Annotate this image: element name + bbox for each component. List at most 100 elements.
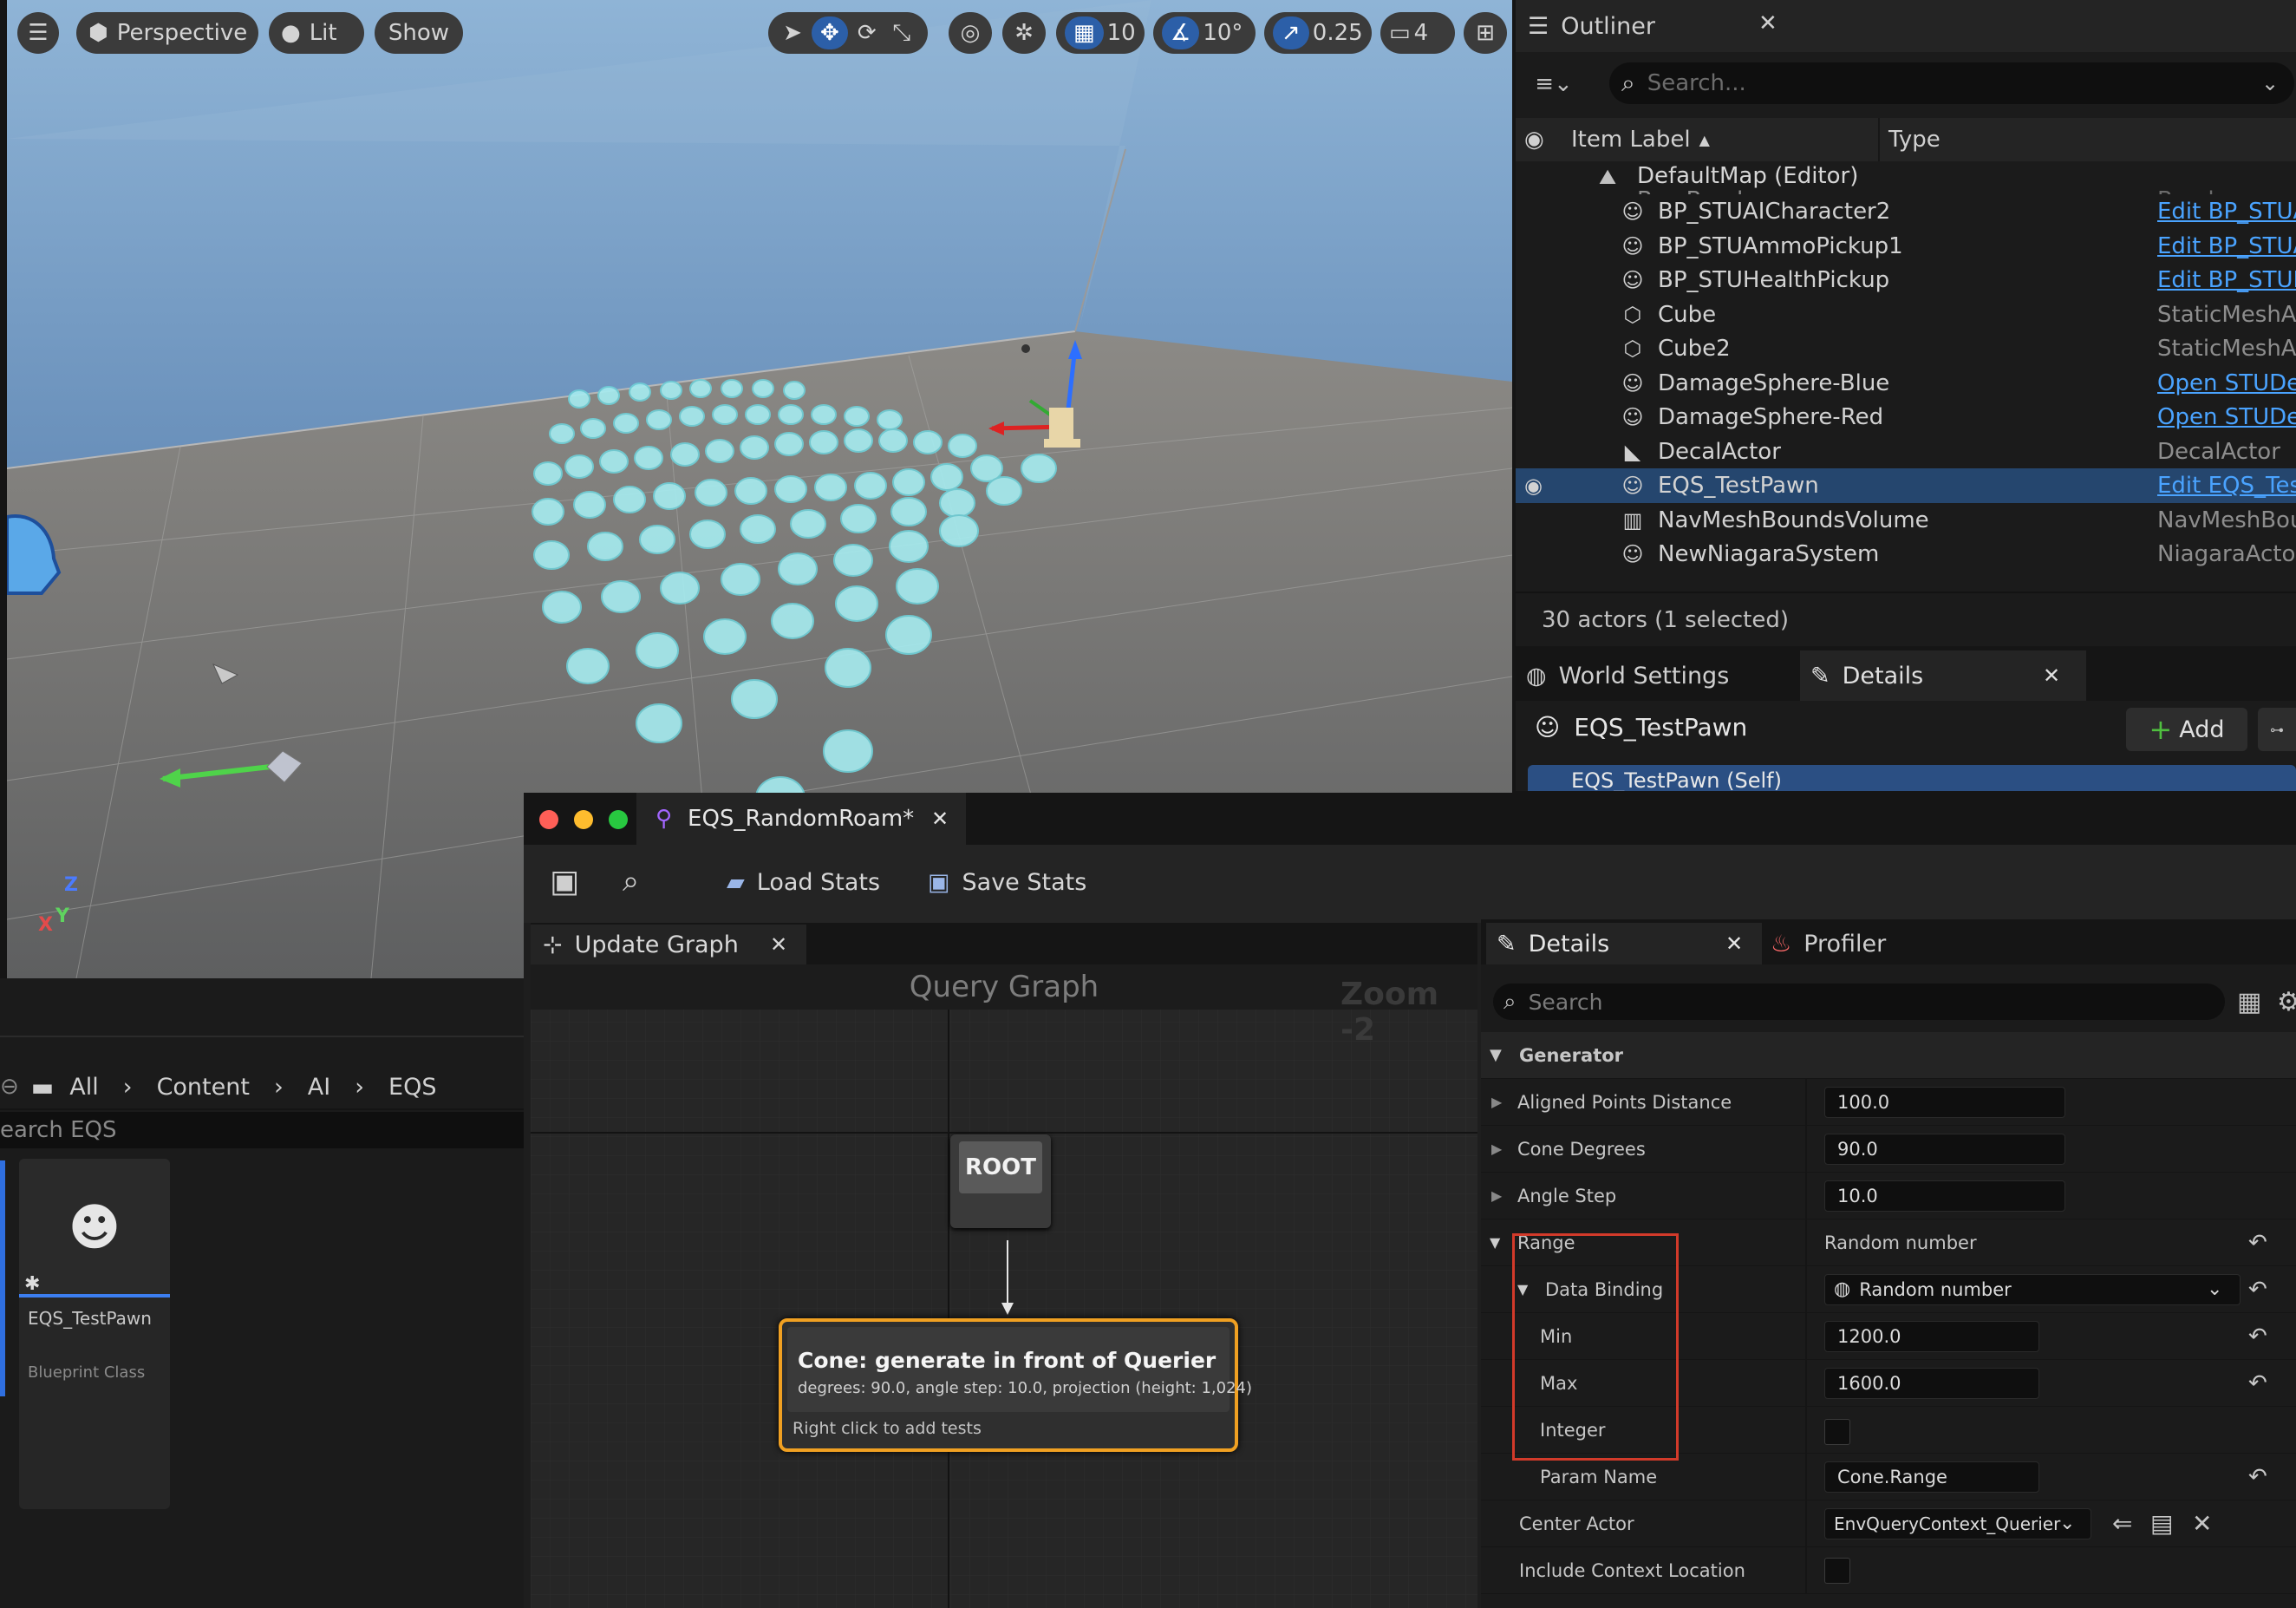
close-icon[interactable]: ✕ [770, 932, 787, 957]
item-label-column[interactable]: Item Label [1571, 127, 1691, 153]
close-icon[interactable]: ✕ [931, 807, 949, 831]
outliner-type-label: NavMeshBou [2157, 507, 2296, 533]
reset-arrow-icon[interactable]: ↶ [2248, 1370, 2267, 1396]
tab-world-settings[interactable]: ◍ World Settings [1526, 656, 1729, 696]
reset-arrow-icon[interactable]: ↶ [2248, 1324, 2267, 1350]
close-icon[interactable]: ✕ [1725, 931, 1743, 956]
param-name-field[interactable]: Cone.Range [1824, 1461, 2039, 1493]
outliner-row[interactable]: ▥ NavMeshBoundsVolume NavMeshBou [1516, 503, 2296, 538]
cone-generator-node[interactable]: Cone: generate in front of Querier degre… [779, 1318, 1252, 1452]
outliner-row[interactable]: ☺ NewNiagaraSystem NiagaraActor [1516, 537, 2296, 572]
crumb-ai[interactable]: AI [308, 1074, 330, 1101]
tab-details-top[interactable]: ✎ Details ✕ [1800, 650, 2086, 701]
filter-icon[interactable]: ≡⌄ [1528, 64, 1580, 104]
browse-folder-icon[interactable]: ▤ [2150, 1509, 2173, 1538]
outliner-type-link[interactable]: Open STUDev [2157, 404, 2296, 430]
outliner-row[interactable]: ☺ BP_STUAmmoPickup1 Edit BP_STUA [1516, 229, 2296, 264]
outliner-icon: ☰ [1528, 12, 1549, 40]
close-icon[interactable]: ✕ [2043, 663, 2060, 688]
tab-profiler[interactable]: ♨ Profiler [1771, 923, 1886, 964]
component-self-row[interactable]: EQS_TestPawn (Self) [1528, 765, 2296, 791]
use-selected-icon[interactable]: ⇐ [2112, 1509, 2132, 1538]
angle-step-field[interactable]: 10.0 [1824, 1180, 2065, 1212]
outliner-row[interactable]: ◣ DecalActor DecalActor [1516, 435, 2296, 469]
outliner-row[interactable]: ⬡ Cube2 StaticMeshAc [1516, 331, 2296, 366]
save-stats-button[interactable]: ▣ Save Stats [928, 860, 1086, 904]
aligned-points-distance-field[interactable]: 100.0 [1824, 1086, 2065, 1118]
eye-icon[interactable]: ◉ [1524, 127, 1550, 153]
rotation-snap-control[interactable]: ∡ 10° [1153, 12, 1256, 54]
crumb-content[interactable]: Content [157, 1074, 250, 1101]
reset-arrow-icon[interactable]: ↶ [2248, 1277, 2267, 1303]
tab-details[interactable]: ✎ Details ✕ [1486, 923, 1762, 964]
expand-right-icon[interactable]: ▶ [1491, 1141, 1502, 1157]
outliner-row[interactable]: ☺ DamageSphere-Blue Open STUDev [1516, 366, 2296, 401]
outliner-map-row[interactable]: ⛰ DefaultMap (Editor) Box Brush Brush [1516, 161, 2296, 194]
scale-snap-control[interactable]: ↗ 0.25 [1264, 12, 1372, 54]
reset-arrow-icon[interactable]: ↶ [2248, 1464, 2267, 1490]
viewport-menu-button[interactable]: ☰ [17, 12, 59, 54]
details-search-input[interactable]: ⌕ Search [1493, 984, 2225, 1020]
outliner-row[interactable]: ⬡ Cube StaticMeshAc [1516, 297, 2296, 332]
outliner-type-link[interactable]: Edit EQS_Tes [2157, 473, 2296, 499]
settings-gear-icon[interactable]: ⚙ [2277, 987, 2296, 1017]
query-graph-canvas[interactable]: Query Graph Zoom -2 ROOT Cone: generate … [531, 964, 1477, 1608]
surface-snap-toggle[interactable]: ✲ [1002, 12, 1046, 54]
window-minimize-button[interactable] [574, 810, 593, 829]
window-maximize-button[interactable] [609, 810, 628, 829]
content-search-input[interactable]: earch EQS [0, 1112, 524, 1148]
visibility-eye-icon[interactable]: ◉ [1524, 474, 1543, 498]
cone-degrees-field[interactable]: 90.0 [1824, 1133, 2065, 1165]
clear-x-icon[interactable]: ✕ [2192, 1509, 2212, 1538]
outliner-type-link[interactable]: Open STUDev [2157, 370, 2296, 396]
expand-right-icon[interactable]: ▶ [1491, 1094, 1502, 1110]
lit-button[interactable]: ● Lit [269, 12, 364, 54]
grid-snap-control[interactable]: ▦ 10 [1056, 12, 1145, 54]
generator-section[interactable]: ▼ Generator [1481, 1032, 2296, 1079]
scale-tool-icon[interactable]: ⤡ [886, 20, 917, 47]
translate-tool-icon[interactable]: ✥ [812, 16, 848, 49]
history-icon[interactable]: ⊖ [0, 1074, 19, 1100]
viewport-layout-button[interactable]: ⊞ [1464, 12, 1507, 54]
integer-checkbox[interactable] [1824, 1419, 1850, 1445]
camera-speed-control[interactable]: ▭ 4 [1380, 12, 1455, 54]
browse-icon[interactable]: ⌕ [623, 864, 639, 899]
save-icon[interactable]: ▣ [550, 864, 579, 899]
outliner-type-link[interactable]: Edit BP_STUH [2157, 267, 2296, 293]
crumb-all[interactable]: All [69, 1074, 98, 1101]
tab-update-graph[interactable]: ⊹ Update Graph ✕ [531, 925, 806, 964]
window-close-button[interactable] [539, 810, 558, 829]
reset-arrow-icon[interactable]: ↶ [2248, 1230, 2267, 1256]
outliner-row[interactable]: ☺ DamageSphere-Red Open STUDev [1516, 400, 2296, 435]
outliner-tab[interactable]: ☰ Outliner ✕ [1516, 0, 2296, 52]
show-button[interactable]: Show [375, 12, 463, 54]
perspective-button[interactable]: ⬢ Perspective [76, 12, 258, 54]
world-local-toggle[interactable]: ◎ [949, 12, 992, 54]
load-stats-button[interactable]: ▰ Load Stats [727, 860, 880, 904]
add-component-button[interactable]: + Add [2126, 708, 2247, 751]
data-binding-dropdown[interactable]: ◍ Random number ⌄ [1824, 1273, 2241, 1305]
root-node[interactable]: ROOT [950, 1134, 1051, 1228]
outliner-type-link[interactable]: Edit BP_STUA [2157, 233, 2296, 259]
close-icon[interactable]: ✕ [1758, 10, 1777, 36]
asset-tile-eqs-testpawn[interactable]: ☻ ✱ EQS_TestPawn Blueprint Class [19, 1159, 170, 1509]
rotate-tool-icon[interactable]: ⟳ [851, 20, 883, 46]
table-view-icon[interactable]: ▦ [2237, 987, 2261, 1017]
crumb-eqs[interactable]: EQS [388, 1074, 436, 1101]
blueprint-options-icon[interactable]: ⊶ [2258, 708, 2296, 751]
type-column[interactable]: Type [1888, 127, 1941, 153]
include-context-checkbox[interactable] [1824, 1558, 1850, 1584]
expand-down-icon[interactable]: ▼ [1490, 1234, 1500, 1251]
outliner-row[interactable]: ☺ BP_STUAICharacter2 Edit BP_STUAI [1516, 194, 2296, 229]
outliner-row[interactable]: ☺ BP_STUHealthPickup Edit BP_STUH [1516, 263, 2296, 297]
outliner-row[interactable]: ◉ ☺ EQS_TestPawn Edit EQS_Tes [1516, 468, 2296, 503]
min-field[interactable]: 1200.0 [1824, 1320, 2039, 1352]
eqs-asset-tab[interactable]: ⚲ EQS_RandomRoam* ✕ [636, 793, 966, 845]
max-field[interactable]: 1600.0 [1824, 1367, 2039, 1399]
outliner-type-link[interactable]: Edit BP_STUAI [2157, 199, 2296, 225]
expand-right-icon[interactable]: ▶ [1491, 1187, 1502, 1204]
select-tool-icon[interactable]: ➤ [777, 20, 808, 46]
outliner-search-input[interactable]: ⌕ Search... ⌄ [1609, 62, 2294, 104]
chevron-down-icon[interactable]: ⌄ [2261, 71, 2279, 95]
center-actor-dropdown[interactable]: EnvQueryContext_Querier ⌄ [1824, 1507, 2091, 1539]
